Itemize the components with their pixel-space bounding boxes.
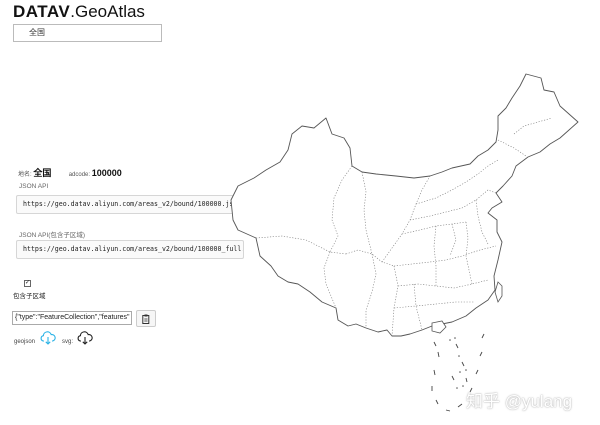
region-info: 地名: 全国 adcode: 100000: [18, 166, 122, 179]
app-logo: DATAV.GeoAtlas: [13, 2, 145, 22]
geojson-download-icon[interactable]: [40, 331, 56, 345]
svg-download-label: svg:: [62, 339, 74, 345]
logo-bold: DATAV: [13, 2, 71, 21]
include-sub-checkbox[interactable]: ✓: [24, 280, 31, 287]
south-sea-dots: [449, 337, 467, 389]
watermark: 知乎 @yulang: [466, 392, 573, 411]
country-outline: [230, 73, 579, 337]
china-map[interactable]: [226, 70, 586, 420]
region-select[interactable]: 全国: [13, 24, 162, 42]
adcode-label: adcode:: [68, 172, 91, 178]
svg-download-icon[interactable]: [77, 331, 93, 345]
geojson-output-field[interactable]: {"type":"FeatureCollection","features": [12, 311, 132, 325]
include-sub-label: 包含子区域: [13, 293, 46, 300]
name-value: 全国: [33, 168, 52, 178]
name-label: 地名:: [18, 172, 32, 178]
json-api-full-url[interactable]: https://geo.datav.aliyun.com/areas_v2/bo…: [16, 240, 244, 259]
geojson-download-label: geojson: [14, 339, 36, 345]
json-api-url[interactable]: https://geo.datav.aliyun.com/areas_v2/bo…: [16, 195, 244, 214]
taiwan-island: [494, 281, 503, 303]
copy-button[interactable]: [136, 310, 156, 327]
json-api-label: JSON API: [19, 183, 49, 190]
copy-icon: [141, 314, 149, 324]
json-api-full-label: JSON API(包含子区域): [19, 232, 86, 239]
logo-light: .GeoAtlas: [70, 2, 145, 21]
adcode-value: 100000: [91, 168, 122, 178]
